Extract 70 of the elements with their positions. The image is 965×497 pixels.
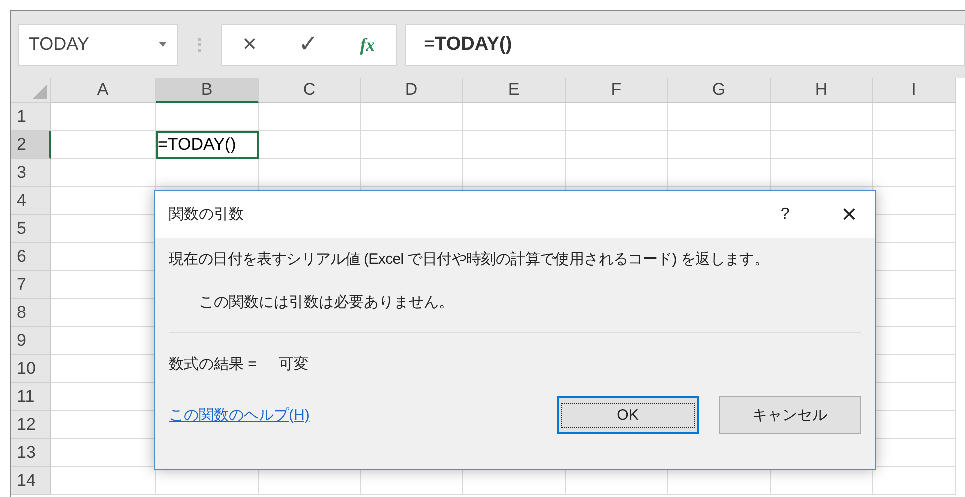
cell[interactable] — [771, 103, 873, 131]
name-box[interactable]: TODAY — [18, 24, 178, 66]
row-header[interactable]: 8 — [11, 299, 51, 327]
column-header[interactable]: B — [156, 78, 259, 103]
row-header[interactable]: 1 — [11, 103, 51, 131]
cell[interactable] — [873, 159, 956, 187]
cancel-button[interactable]: キャンセル — [719, 396, 861, 434]
close-button[interactable]: × — [842, 199, 857, 230]
result-label: 数式の結果 = — [169, 355, 257, 374]
cell[interactable] — [156, 103, 259, 131]
help-button[interactable]: ? — [780, 206, 790, 224]
cell[interactable] — [51, 467, 156, 495]
function-description: 現在の日付を表すシリアル値 (Excel で日付や時刻の計算で使用されるコード) を返します。 — [169, 250, 770, 269]
cell[interactable] — [771, 159, 873, 187]
cell[interactable] — [873, 103, 956, 131]
cell[interactable] — [361, 103, 463, 131]
cell[interactable] — [566, 131, 668, 159]
cell[interactable] — [463, 159, 566, 187]
cancel-button[interactable]: × — [242, 32, 257, 56]
cell[interactable] — [566, 159, 668, 187]
row-header[interactable]: 10 — [11, 355, 51, 383]
row-header[interactable]: 13 — [11, 439, 51, 467]
column-header[interactable]: I — [873, 78, 956, 103]
cell[interactable] — [51, 103, 156, 131]
caret-icon[interactable] — [159, 42, 167, 47]
cell[interactable] — [361, 131, 463, 159]
row-header[interactable]: 3 — [11, 159, 51, 187]
ok-button[interactable]: OK — [557, 396, 699, 434]
cell[interactable] — [668, 159, 771, 187]
cell[interactable] — [51, 159, 156, 187]
column-header[interactable]: C — [259, 78, 361, 103]
row-header[interactable]: 2 — [11, 131, 51, 159]
cell[interactable] — [771, 131, 873, 159]
cell[interactable] — [259, 131, 361, 159]
row-header[interactable]: 7 — [11, 271, 51, 299]
select-all-button[interactable] — [11, 78, 51, 103]
corner-triangle-icon — [33, 85, 47, 99]
cell[interactable] — [51, 131, 156, 159]
argument-note: この関数には引数は必要ありません。 — [199, 293, 455, 312]
cell[interactable] — [463, 131, 566, 159]
row-header[interactable]: 6 — [11, 243, 51, 271]
row-header[interactable]: 11 — [11, 383, 51, 411]
cell[interactable] — [463, 103, 566, 131]
cell[interactable] — [361, 159, 463, 187]
column-header[interactable]: H — [771, 78, 873, 103]
help-link[interactable]: この関数のヘルプ(H) — [169, 406, 537, 424]
cell[interactable] — [156, 159, 259, 187]
row-header[interactable]: 5 — [11, 215, 51, 243]
row-header[interactable]: 4 — [11, 187, 51, 215]
row-header[interactable]: 14 — [11, 467, 51, 495]
grip-icon — [198, 38, 201, 52]
cell[interactable] — [873, 131, 956, 159]
cell[interactable] — [668, 131, 771, 159]
selected-cell[interactable]: =TODAY() — [156, 131, 259, 159]
cell[interactable] — [259, 159, 361, 187]
insert-function-button[interactable]: fx — [360, 36, 376, 54]
formula-field[interactable]: =TODAY() — [405, 24, 965, 66]
column-header[interactable]: F — [566, 78, 668, 103]
result-value: 可変 — [278, 355, 309, 374]
dialog-title: 関数の引数 — [169, 205, 245, 224]
enter-button[interactable]: ✓ — [298, 32, 319, 56]
row-header[interactable]: 9 — [11, 327, 51, 355]
cell[interactable] — [259, 103, 361, 131]
cell[interactable] — [668, 103, 771, 131]
cell[interactable] — [566, 103, 668, 131]
column-header[interactable]: D — [361, 78, 463, 103]
column-header[interactable]: G — [668, 78, 771, 103]
column-header[interactable]: A — [51, 78, 156, 103]
column-header[interactable]: E — [463, 78, 566, 103]
row-header[interactable]: 12 — [11, 411, 51, 439]
